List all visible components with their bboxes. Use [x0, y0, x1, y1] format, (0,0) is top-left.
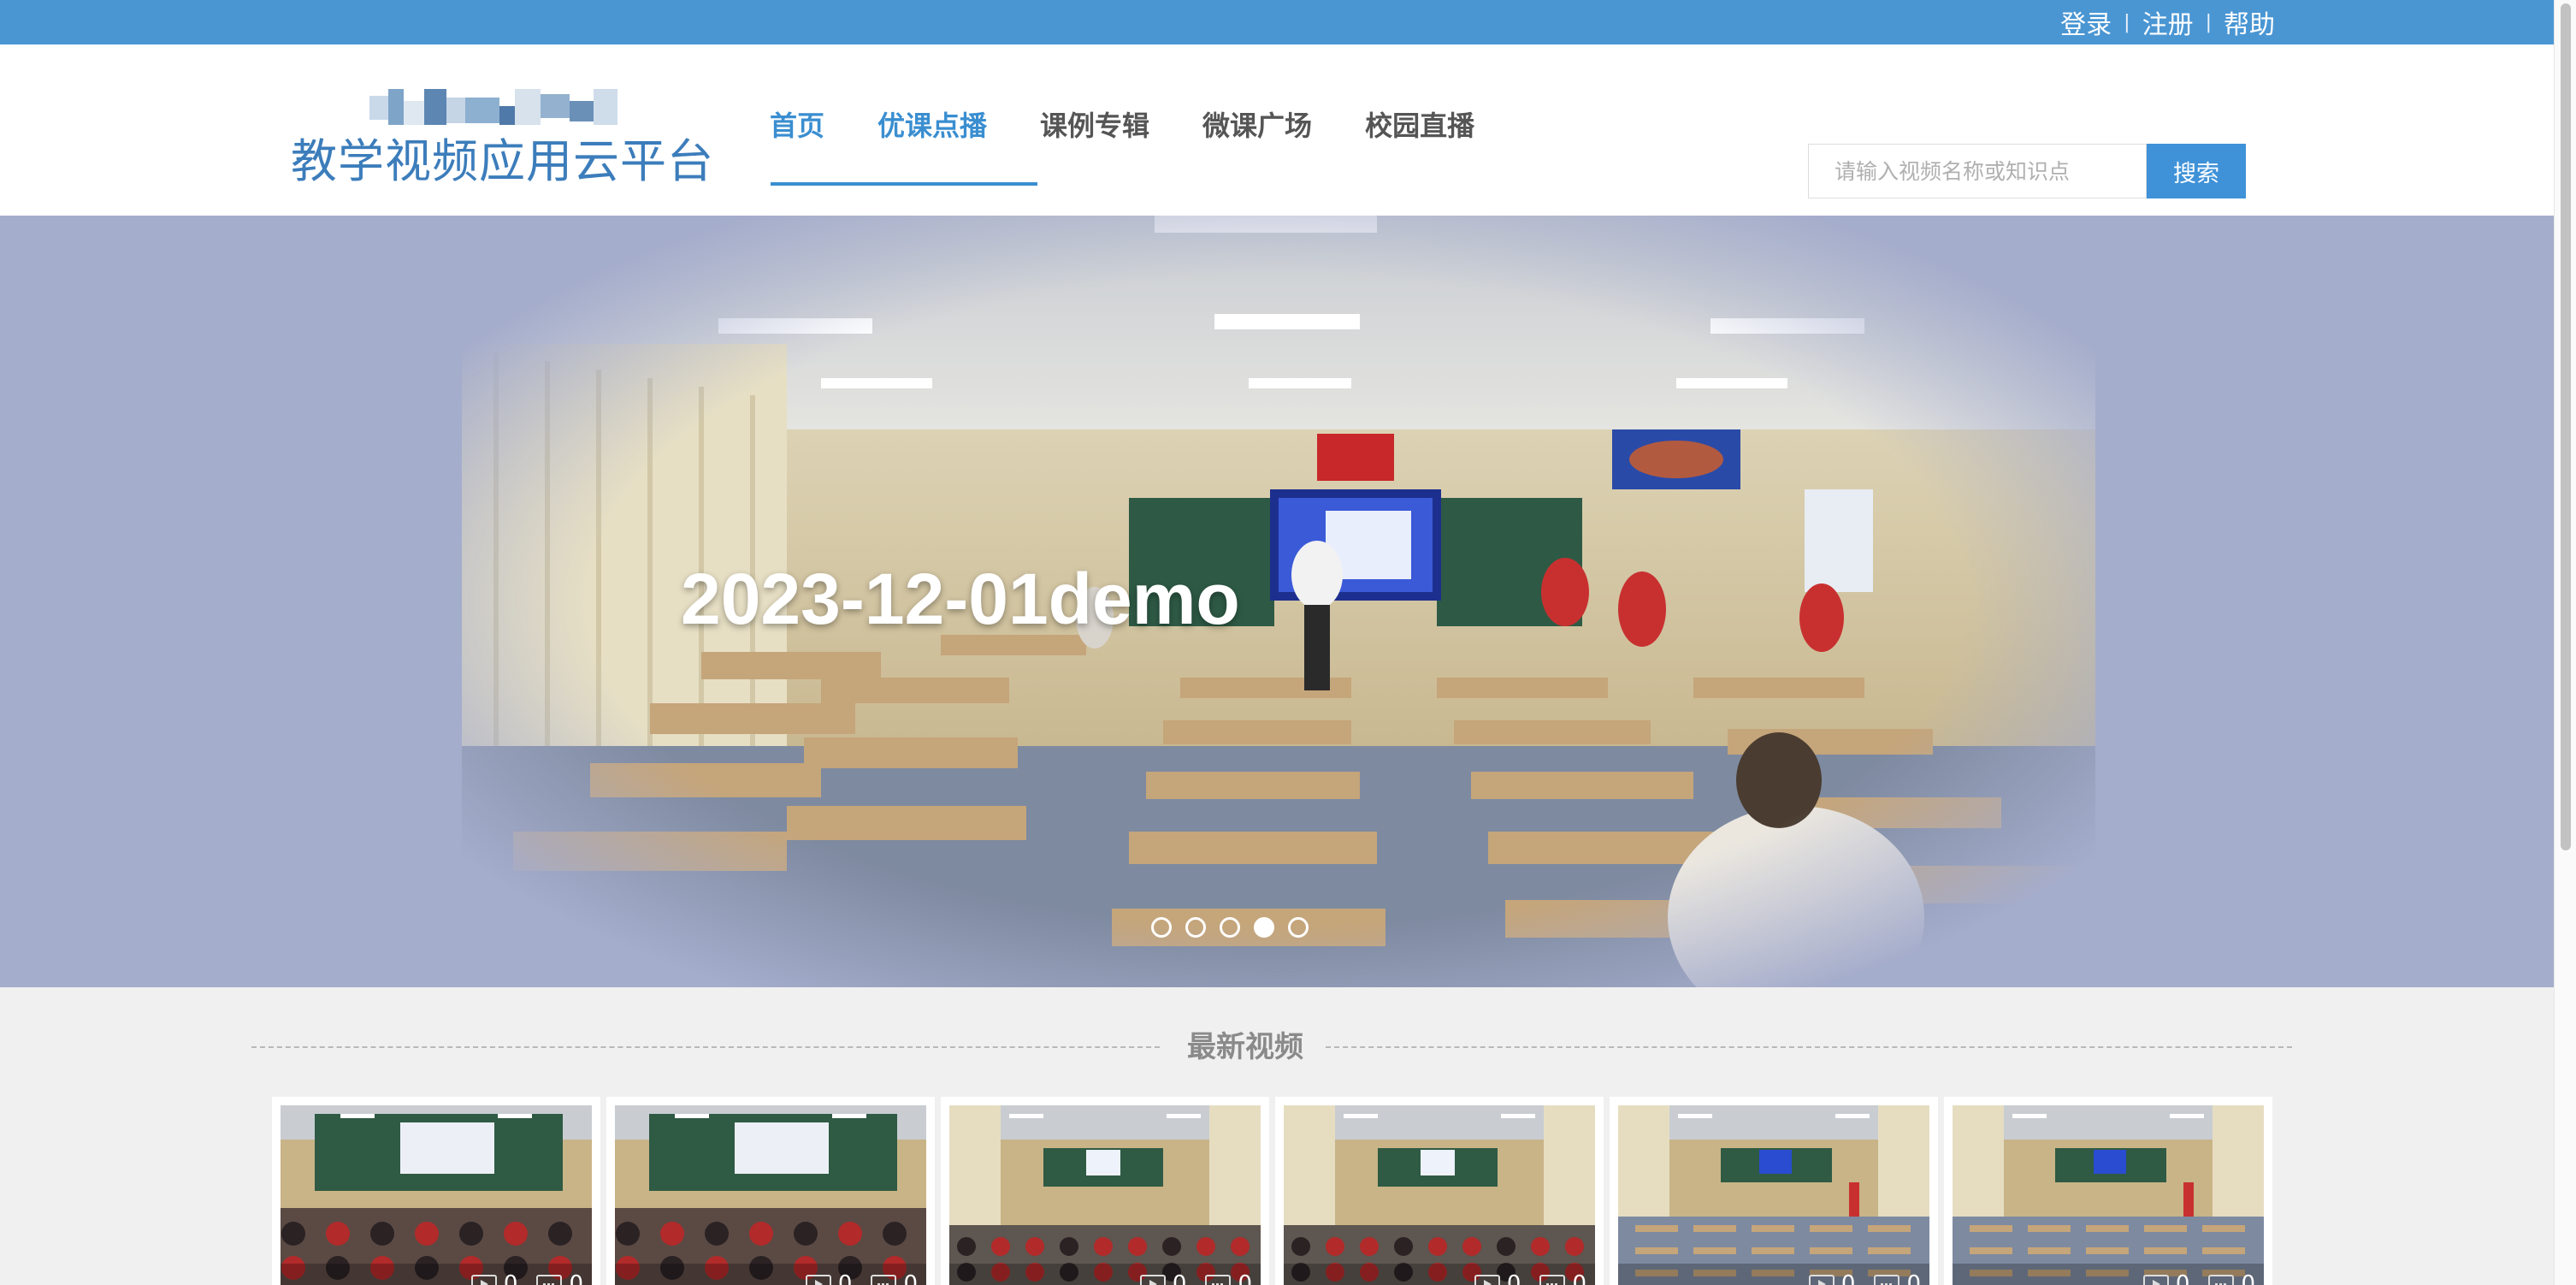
- classroom-thumbnail-image: [1284, 1105, 1595, 1285]
- comment-count: 0: [1906, 1271, 1921, 1285]
- separator: |: [2205, 11, 2212, 33]
- video-thumbnail[interactable]: 0 0: [1618, 1105, 1929, 1285]
- comment-count-icon: [1874, 1275, 1900, 1285]
- account-links: 登录 | 注册 | 帮助: [2060, 0, 2275, 44]
- divider: [251, 1046, 1160, 1048]
- latest-videos-heading: 最新视频: [251, 1023, 2292, 1071]
- blurred-logo-text: [369, 89, 617, 125]
- video-stats: 0 0: [787, 1271, 918, 1285]
- view-count: 0: [1840, 1271, 1856, 1285]
- search-input[interactable]: [1808, 144, 2147, 198]
- nav-active-indicator: [771, 182, 1037, 186]
- video-stats: 0 0: [1790, 1271, 1921, 1285]
- play-count-icon: [470, 1275, 497, 1285]
- login-link[interactable]: 登录: [2060, 3, 2112, 41]
- search-button[interactable]: 搜索: [2147, 144, 2246, 198]
- play-count-icon: [1474, 1275, 1500, 1285]
- main-nav: 首页 优课点播 课例专辑 微课广场 校园直播: [770, 44, 1527, 216]
- classroom-thumbnail-image: [1618, 1105, 1929, 1285]
- video-thumbnail[interactable]: 0 0: [1284, 1105, 1595, 1285]
- video-stats: 0 0: [2124, 1271, 2255, 1285]
- video-stats: 0 0: [452, 1271, 583, 1285]
- nav-featured-lessons[interactable]: 优课点播: [877, 44, 987, 216]
- logo-title: 教学视频应用云平台: [291, 134, 714, 188]
- carousel-dot[interactable]: [1185, 917, 1206, 938]
- classroom-thumbnail-image: [949, 1105, 1261, 1285]
- comment-count-icon: [1539, 1275, 1566, 1285]
- play-count-icon: [2142, 1275, 2169, 1285]
- section-title: 最新视频: [1187, 1030, 1303, 1064]
- help-link[interactable]: 帮助: [2224, 3, 2275, 41]
- comment-count: 0: [903, 1271, 918, 1285]
- view-count: 0: [1506, 1271, 1521, 1285]
- video-thumbnail[interactable]: 0 0: [949, 1105, 1261, 1285]
- video-card[interactable]: 0 0: [1275, 1097, 1604, 1285]
- view-count: 0: [503, 1271, 518, 1285]
- video-card[interactable]: 0 0: [272, 1097, 600, 1285]
- comment-count: 0: [1572, 1271, 1586, 1285]
- carousel-dots: [1151, 917, 1322, 938]
- play-count-icon: [1808, 1275, 1835, 1285]
- scrollbar-thumb[interactable]: [2561, 3, 2571, 850]
- register-link[interactable]: 注册: [2142, 3, 2194, 41]
- video-stats: 0 0: [1456, 1271, 1586, 1285]
- divider: [1326, 1046, 2292, 1048]
- video-thumbnail[interactable]: 0 0: [615, 1105, 926, 1285]
- comment-count: 0: [2241, 1271, 2255, 1285]
- comment-count-icon: [871, 1275, 897, 1285]
- page: 登录 | 注册 | 帮助 教学视频应用云平台 请输入视频名称或知识点 搜索 首页…: [0, 0, 2576, 1285]
- page-scrollbar[interactable]: [2554, 0, 2576, 1285]
- view-count: 0: [837, 1271, 853, 1285]
- video-stats: 0 0: [1121, 1271, 1252, 1285]
- video-card[interactable]: 0 0: [1610, 1097, 1938, 1285]
- carousel-dot[interactable]: [1288, 917, 1309, 938]
- classroom-thumbnail-image: [615, 1105, 926, 1285]
- separator: |: [2124, 11, 2130, 33]
- banner-title[interactable]: 2023-12-01demo: [681, 558, 1240, 641]
- carousel-dot[interactable]: [1220, 917, 1240, 938]
- search-box: 搜索: [1808, 144, 2246, 198]
- video-list: 0 0 0 0 0 0 0 0 0 0 0 0: [272, 1097, 2278, 1285]
- carousel-dot[interactable]: [1151, 917, 1172, 938]
- comment-count: 0: [569, 1271, 583, 1285]
- video-card[interactable]: 0 0: [606, 1097, 935, 1285]
- video-card[interactable]: 0 0: [1944, 1097, 2272, 1285]
- comment-count-icon: [2208, 1275, 2235, 1285]
- classroom-thumbnail-image: [281, 1105, 592, 1285]
- view-count: 0: [2175, 1271, 2190, 1285]
- carousel-dot-active[interactable]: [1254, 917, 1274, 938]
- comment-count: 0: [1238, 1271, 1252, 1285]
- comment-count-icon: [1205, 1275, 1232, 1285]
- nav-home[interactable]: 首页: [770, 44, 824, 216]
- banner-carousel[interactable]: 2023-12-01demo: [0, 216, 2554, 987]
- nav-lesson-albums[interactable]: 课例专辑: [1040, 44, 1149, 216]
- site-logo[interactable]: 教学视频应用云平台: [291, 87, 713, 188]
- view-count: 0: [1172, 1271, 1187, 1285]
- top-bar: 登录 | 注册 | 帮助: [0, 0, 2554, 44]
- video-thumbnail[interactable]: 0 0: [281, 1105, 592, 1285]
- comment-count-icon: [536, 1275, 563, 1285]
- play-count-icon: [805, 1275, 831, 1285]
- video-thumbnail[interactable]: 0 0: [1953, 1105, 2264, 1285]
- video-card[interactable]: 0 0: [941, 1097, 1269, 1285]
- nav-micro-lessons[interactable]: 微课广场: [1202, 44, 1312, 216]
- play-count-icon: [1139, 1275, 1166, 1285]
- nav-campus-live[interactable]: 校园直播: [1365, 44, 1474, 216]
- classroom-thumbnail-image: [1953, 1105, 2264, 1285]
